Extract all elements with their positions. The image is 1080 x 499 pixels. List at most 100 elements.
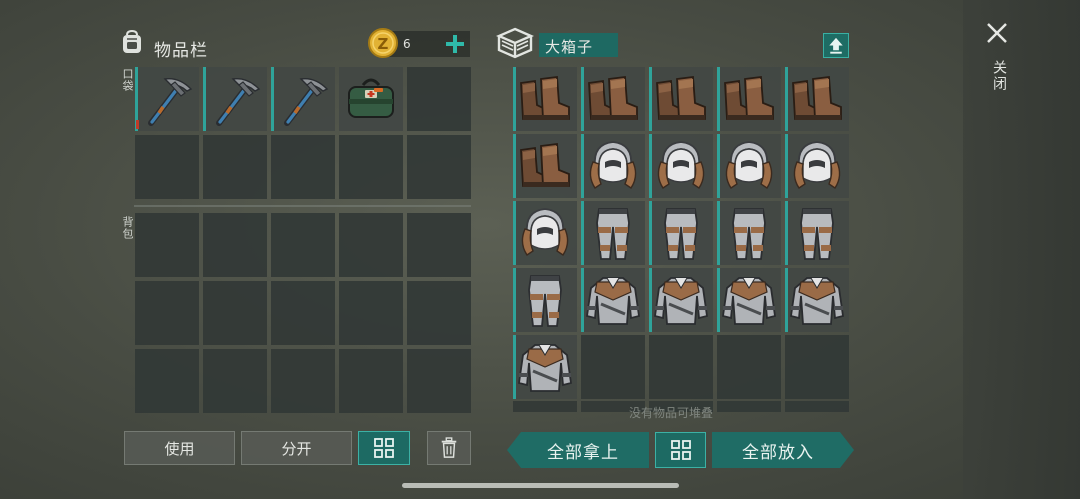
item-slot[interactable]	[203, 67, 267, 131]
container-title: 大箱子	[545, 38, 594, 56]
medkit-bag-icon	[348, 78, 394, 118]
pants-icon	[800, 208, 834, 260]
empty-slot[interactable]	[271, 135, 335, 199]
empty-slot[interactable]	[135, 281, 199, 345]
close-button[interactable]: 关闭	[984, 20, 1010, 100]
container-sort-button[interactable]	[655, 432, 706, 468]
inventory-sort-button[interactable]	[358, 431, 410, 465]
empty-slot[interactable]	[339, 281, 403, 345]
item-slot[interactable]	[513, 67, 577, 131]
item-slot[interactable]	[649, 268, 713, 332]
trash-button[interactable]	[427, 431, 471, 465]
crate-icon	[496, 26, 534, 60]
item-slot[interactable]	[649, 201, 713, 265]
z-coin-icon: Z	[368, 28, 398, 58]
empty-slot[interactable]	[271, 349, 335, 413]
empty-slot[interactable]	[717, 335, 781, 399]
jacket-icon	[789, 277, 845, 325]
boots-icon	[588, 75, 638, 120]
empty-slot[interactable]	[339, 135, 403, 199]
item-slot[interactable]	[717, 67, 781, 131]
jacket-icon	[653, 277, 709, 325]
pickaxe-icon	[148, 78, 193, 126]
item-slot[interactable]	[513, 201, 577, 265]
svg-text:Z: Z	[378, 35, 389, 53]
empty-slot[interactable]	[407, 135, 471, 199]
boots-icon	[520, 142, 570, 187]
fur-hat-icon	[589, 141, 637, 189]
empty-slot[interactable]	[271, 281, 335, 345]
pants-icon	[732, 208, 766, 260]
empty-slot[interactable]	[203, 135, 267, 199]
split-button[interactable]: 分开	[241, 431, 352, 465]
item-slot[interactable]	[717, 268, 781, 332]
item-slot[interactable]	[271, 67, 335, 131]
empty-slot[interactable]	[135, 349, 199, 413]
item-slot[interactable]	[649, 134, 713, 198]
pocket-label: 口袋	[121, 68, 134, 92]
item-slot[interactable]	[649, 67, 713, 131]
empty-stack-note: 没有物品可堆叠	[629, 406, 714, 420]
empty-slot[interactable]	[203, 281, 267, 345]
empty-slot[interactable]	[717, 401, 781, 412]
boots-icon	[520, 75, 570, 120]
empty-slot[interactable]	[203, 213, 267, 277]
close-icon	[987, 23, 1007, 43]
trash-icon	[441, 437, 457, 458]
jacket-icon	[585, 277, 641, 325]
pickaxe-icon	[284, 78, 329, 126]
take-all-label: 全部拿上	[547, 442, 619, 463]
empty-slot[interactable]	[271, 213, 335, 277]
put-all-label: 全部放入	[742, 442, 814, 463]
empty-slot[interactable]	[407, 281, 471, 345]
side-panel	[963, 0, 1080, 499]
item-slot[interactable]	[581, 134, 645, 198]
empty-slot[interactable]	[407, 213, 471, 277]
item-slot[interactable]	[717, 134, 781, 198]
add-coins-button[interactable]	[443, 32, 467, 56]
pants-icon	[596, 208, 630, 260]
fur-hat-icon	[657, 141, 705, 189]
empty-slot[interactable]	[785, 335, 849, 399]
empty-slot[interactable]	[339, 213, 403, 277]
upload-button[interactable]	[823, 33, 849, 58]
fur-hat-icon	[521, 208, 569, 256]
empty-slot[interactable]	[135, 135, 199, 199]
backpack-icon	[118, 28, 146, 56]
boots-icon	[656, 75, 706, 120]
coin-count: 6	[403, 37, 411, 51]
item-slot[interactable]	[581, 268, 645, 332]
item-slot[interactable]	[581, 201, 645, 265]
item-slot[interactable]	[717, 201, 781, 265]
use-button[interactable]: 使用	[124, 431, 235, 465]
empty-slot[interactable]	[339, 349, 403, 413]
empty-slot[interactable]	[203, 349, 267, 413]
item-slot[interactable]	[785, 67, 849, 131]
empty-slot[interactable]	[785, 401, 849, 412]
take-all-button[interactable]: 全部拿上	[507, 432, 649, 468]
item-slot[interactable]	[785, 201, 849, 265]
plus-icon	[446, 35, 464, 53]
empty-slot[interactable]	[581, 335, 645, 399]
bag-label: 背包	[121, 216, 134, 240]
item-slot[interactable]	[339, 67, 403, 131]
item-slot[interactable]	[513, 335, 577, 399]
home-indicator	[402, 483, 679, 488]
empty-slot[interactable]	[135, 213, 199, 277]
empty-slot[interactable]	[407, 349, 471, 413]
boots-icon	[792, 75, 842, 120]
grid-sort-icon	[670, 440, 691, 460]
arrow-up-icon	[829, 37, 843, 54]
item-slot[interactable]	[785, 268, 849, 332]
empty-slot[interactable]	[407, 67, 471, 131]
grid-sort-icon	[374, 438, 394, 458]
item-slot[interactable]	[785, 134, 849, 198]
item-slot[interactable]	[513, 134, 577, 198]
empty-slot[interactable]	[513, 401, 577, 412]
item-slot[interactable]	[513, 268, 577, 332]
item-slot[interactable]	[135, 67, 199, 131]
put-all-button[interactable]: 全部放入	[712, 432, 854, 468]
empty-slot[interactable]	[649, 335, 713, 399]
item-slot[interactable]	[581, 67, 645, 131]
pants-icon	[664, 208, 698, 260]
